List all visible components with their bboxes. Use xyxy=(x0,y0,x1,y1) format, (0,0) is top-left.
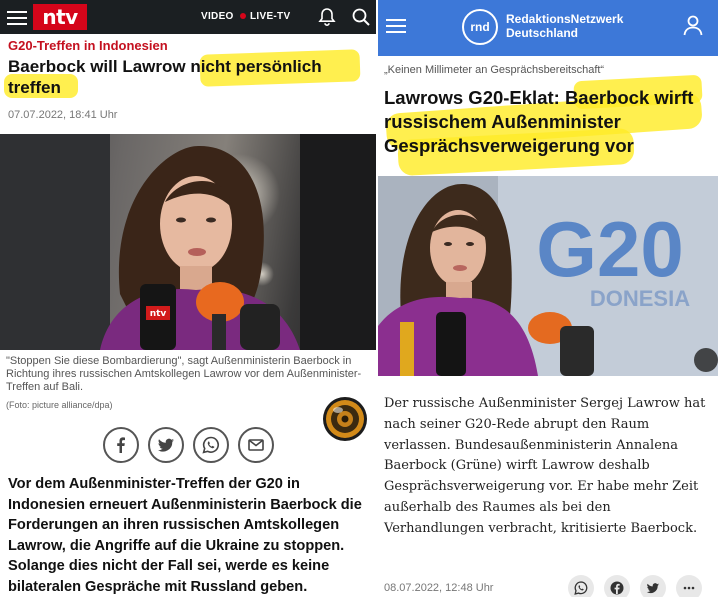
article-headline: Baerbock will Lawrow nicht persönlich tr… xyxy=(8,57,322,97)
search-icon[interactable] xyxy=(351,7,371,27)
photo-illustration: ntv xyxy=(0,134,376,350)
whatsapp-share-button[interactable] xyxy=(193,427,229,463)
whatsapp-icon xyxy=(202,436,220,454)
more-options-button[interactable] xyxy=(676,575,702,597)
rnd-logo[interactable]: rnd xyxy=(462,9,498,45)
facebook-share-button[interactable] xyxy=(103,427,139,463)
nav-video-link[interactable]: VIDEO xyxy=(201,11,234,22)
nav-live-tv-link[interactable]: LIVE-TV xyxy=(239,11,290,22)
mail-share-button[interactable] xyxy=(238,427,274,463)
rnd-brand-name[interactable]: RedaktionsNetzwerk Deutschland xyxy=(506,12,623,40)
menu-icon[interactable] xyxy=(7,11,27,25)
mic-label: ntv xyxy=(150,309,167,319)
bell-icon[interactable] xyxy=(317,7,337,27)
brand-line-2: Deutschland xyxy=(506,26,579,40)
facebook-icon xyxy=(117,437,125,453)
twitter-share-button[interactable] xyxy=(148,427,184,463)
twitter-icon xyxy=(158,438,174,452)
article-kicker: G20-Treffen in Indonesien xyxy=(8,38,168,53)
photo-caption: "Stoppen Sie diese Bombardierung", sagt … xyxy=(6,355,362,393)
speaker-icon[interactable] xyxy=(322,396,368,442)
rnd-header: rnd RedaktionsNetzwerk Deutschland xyxy=(378,0,718,56)
article-kicker: „Keinen Millimeter an Gesprächsbereitsch… xyxy=(384,64,605,76)
ntv-article-screenshot: ntv VIDEO LIVE-TV G20-Treffen in Indones… xyxy=(0,0,376,597)
twitter-share-button[interactable] xyxy=(640,575,666,597)
photo-backdrop-text: G20 xyxy=(536,205,683,293)
article-date: 08.07.2022, 12:48 Uhr xyxy=(384,582,494,594)
photo-illustration: G20 DONESIA xyxy=(378,176,718,376)
photo-credit: (Foto: picture alliance/dpa) xyxy=(6,400,113,410)
user-icon[interactable] xyxy=(682,14,704,36)
article-lead: Der russische Außenminister Sergej Lawro… xyxy=(384,396,706,536)
menu-icon[interactable] xyxy=(386,19,406,33)
article-headline: Lawrows G20-Eklat: Baerbock wirft russis… xyxy=(384,87,694,156)
whatsapp-share-button[interactable] xyxy=(568,575,594,597)
photo-backdrop-subtext: DONESIA xyxy=(590,286,690,311)
article-date: 07.07.2022, 18:41 Uhr xyxy=(8,109,118,121)
more-icon xyxy=(683,586,695,590)
facebook-icon xyxy=(610,581,624,595)
facebook-share-button[interactable] xyxy=(604,575,630,597)
mail-icon xyxy=(248,439,264,451)
rnd-article-screenshot: rnd RedaktionsNetzwerk Deutschland „Kein… xyxy=(378,0,718,597)
article-lead: Vor dem Außenminister-Treffen der G20 in… xyxy=(8,476,362,595)
ntv-logo[interactable]: ntv xyxy=(33,4,87,30)
article-photo[interactable]: G20 DONESIA xyxy=(378,176,718,376)
whatsapp-icon xyxy=(574,581,588,595)
twitter-icon xyxy=(646,583,659,594)
ntv-header: ntv VIDEO LIVE-TV xyxy=(0,0,376,34)
brand-line-1: RedaktionsNetzwerk xyxy=(506,12,624,26)
article-photo[interactable]: ntv xyxy=(0,134,376,350)
